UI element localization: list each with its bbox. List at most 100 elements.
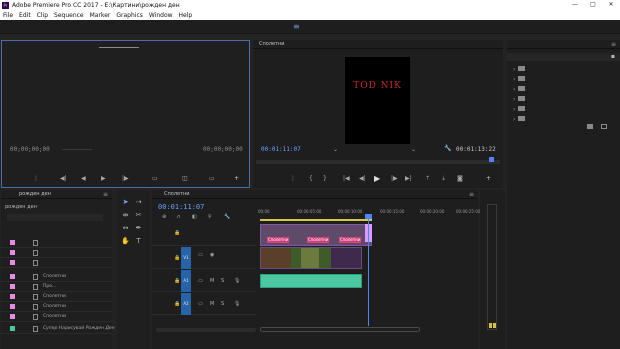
timeline-menu-icon[interactable]: ≡ (469, 190, 474, 199)
menu-help[interactable]: Help (176, 12, 196, 19)
selection-tool-icon[interactable]: ➤ (121, 198, 130, 207)
lock-icon[interactable]: 🔒 (174, 301, 180, 307)
source-add-button[interactable]: + (234, 175, 239, 182)
close-button[interactable]: ✕ (604, 0, 618, 10)
program-go-out-icon[interactable]: ▶| (405, 175, 412, 182)
timeline-tab[interactable]: Сполетни (164, 191, 190, 197)
resolution-dropdown[interactable]: ⌄ (411, 146, 416, 153)
program-lift-icon[interactable]: ⇡ (425, 175, 430, 182)
fit-dropdown[interactable]: ⌄ (333, 146, 338, 153)
type-tool-icon[interactable]: T (134, 237, 143, 246)
timeline-zoom-scrollbar[interactable] (260, 327, 420, 332)
list-item[interactable]: Про... (1, 282, 112, 292)
list-item[interactable]: Сполетни (1, 272, 112, 282)
timeline-panel[interactable]: Сполетни ≡ 00:01:11:07 ⊕ ∩ ◧ ⚲ 🔧 00:00 0… (152, 190, 480, 349)
list-item[interactable] (1, 238, 112, 248)
minimize-button[interactable]: — (568, 0, 582, 10)
mic-icon[interactable]: 🎙 (234, 278, 240, 284)
program-mark-in-icon[interactable]: ⋮ (290, 175, 296, 182)
effects-clip[interactable]: Сполетни Сполетни Сполетни (260, 224, 372, 246)
program-go-in-icon[interactable]: |◀ (343, 175, 350, 182)
solo-button[interactable]: S (221, 278, 224, 284)
program-add-button[interactable]: + (486, 175, 491, 182)
source-forward-icon[interactable]: |▶ (122, 175, 129, 182)
workspaces-icon[interactable]: ≡ (293, 23, 301, 31)
tree-folder-3[interactable]: › (513, 86, 526, 94)
work-area-bar[interactable] (260, 219, 372, 221)
list-item[interactable] (1, 258, 112, 268)
project-tab[interactable]: рожден ден (19, 191, 51, 197)
list-item[interactable] (1, 248, 112, 258)
tree-folder-1[interactable]: › (513, 66, 526, 74)
source-settings-icon[interactable]: ▭ (209, 175, 215, 182)
tree-folder-2[interactable]: › (513, 76, 526, 84)
timeline-timecode[interactable]: 00:01:11:07 (158, 203, 204, 211)
program-camera-icon[interactable]: ◙ (457, 175, 463, 182)
tree-folder-4[interactable]: › (513, 96, 526, 104)
new-bin-icon[interactable] (587, 124, 593, 129)
video-clip[interactable] (260, 247, 362, 269)
menu-sequence[interactable]: Sequence (51, 12, 87, 19)
list-item[interactable]: Сполетни (1, 312, 112, 322)
menu-clip[interactable]: Clip (34, 12, 51, 19)
project-search[interactable] (7, 214, 103, 221)
snap-icon[interactable]: ⊕ (162, 214, 166, 220)
track-scroll-bar[interactable] (156, 328, 256, 332)
program-bracket-out-icon[interactable]: } (323, 175, 327, 182)
pen-tool-icon[interactable]: ✒ (134, 224, 143, 233)
list-item[interactable]: Сполетни (1, 302, 112, 312)
lock-icon[interactable]: 🔒 (174, 255, 180, 261)
program-scrubber[interactable] (256, 157, 500, 164)
menu-graphics[interactable]: Graphics (113, 12, 146, 19)
source-back-icon[interactable]: ◀ (81, 175, 86, 182)
linked-selection-icon[interactable]: ∩ (177, 214, 181, 220)
right-panel-search[interactable]: ▪ (507, 53, 620, 61)
playhead-handle-icon[interactable] (365, 214, 372, 219)
lock-icon[interactable]: 🔒 (174, 278, 180, 284)
source-insert-icon[interactable]: ▭ (152, 175, 158, 182)
wrench-icon[interactable]: 🔧 (444, 145, 451, 152)
tree-folder-5[interactable]: › (513, 106, 526, 114)
right-panel-clear-icon[interactable]: ▪ (611, 53, 615, 60)
source-export-frame-icon[interactable]: ◫ (182, 175, 188, 182)
hand-tool-icon[interactable]: ✋ (121, 237, 130, 246)
list-item[interactable]: Супер Нарисувай Рожден Ден (1, 324, 115, 334)
eye-icon[interactable]: ◉ (210, 252, 214, 258)
program-step-forward-icon[interactable]: |▶ (391, 175, 398, 182)
track-select-tool-icon[interactable]: ⇢ (134, 198, 143, 207)
menu-edit[interactable]: Edit (16, 12, 34, 19)
solo-button[interactable]: S (221, 301, 224, 307)
source-monitor[interactable]: 00;00;00;00 00;00;00;00 ⋮ ◀| ◀ ▶ |▶ ▭ ◫ … (1, 40, 250, 188)
timeline-wrench-icon[interactable]: 🔧 (224, 214, 230, 220)
playhead-line[interactable] (368, 214, 369, 326)
mic-icon[interactable]: 🎙 (234, 301, 240, 307)
maximize-button[interactable]: □ (586, 0, 600, 10)
razor-tool-icon[interactable]: ✂ (134, 211, 143, 220)
audio-track-icon[interactable]: ▭ (198, 301, 203, 307)
project-panel[interactable]: рожден ден ≡ рожден ден Сполетни Про... … (1, 190, 115, 349)
track-name-v1[interactable]: V1 (181, 247, 191, 269)
new-item-icon[interactable] (601, 124, 607, 129)
track-name-a1[interactable]: A1 (181, 270, 191, 292)
program-timecode-current[interactable]: 00:01:11:07 (261, 146, 301, 153)
audio-clip[interactable] (260, 274, 362, 288)
source-zoom-bar[interactable] (62, 149, 92, 150)
right-panel[interactable]: ≡ ▪ › › › › › › (507, 40, 620, 349)
slip-tool-icon[interactable]: ↔ (121, 224, 130, 233)
tree-folder-6[interactable]: › (513, 116, 526, 124)
menu-window[interactable]: Window (146, 12, 176, 19)
program-playhead-icon[interactable] (489, 157, 494, 162)
program-step-back-icon[interactable]: ◀| (359, 175, 366, 182)
mute-button[interactable]: M (210, 301, 214, 307)
project-menu-icon[interactable]: ≡ (103, 190, 108, 199)
film-icon[interactable]: ▭ (198, 252, 203, 258)
program-monitor[interactable]: Сполетни TOD NIK 00:01:11:07 ⌄ ⌄ 🔧 00:01… (253, 40, 503, 188)
source-step-back-icon[interactable]: ◀| (60, 175, 67, 182)
lock-icon[interactable]: 🔒 (174, 230, 180, 236)
ripple-edit-tool-icon[interactable]: ⇹ (121, 211, 130, 220)
mute-button[interactable]: M (210, 278, 214, 284)
program-bracket-in-icon[interactable]: { (309, 175, 313, 182)
source-play-icon[interactable]: ▶ (101, 175, 106, 182)
program-extract-icon[interactable]: ⇣ (441, 175, 446, 182)
program-play-icon[interactable]: ▶ (374, 174, 380, 183)
